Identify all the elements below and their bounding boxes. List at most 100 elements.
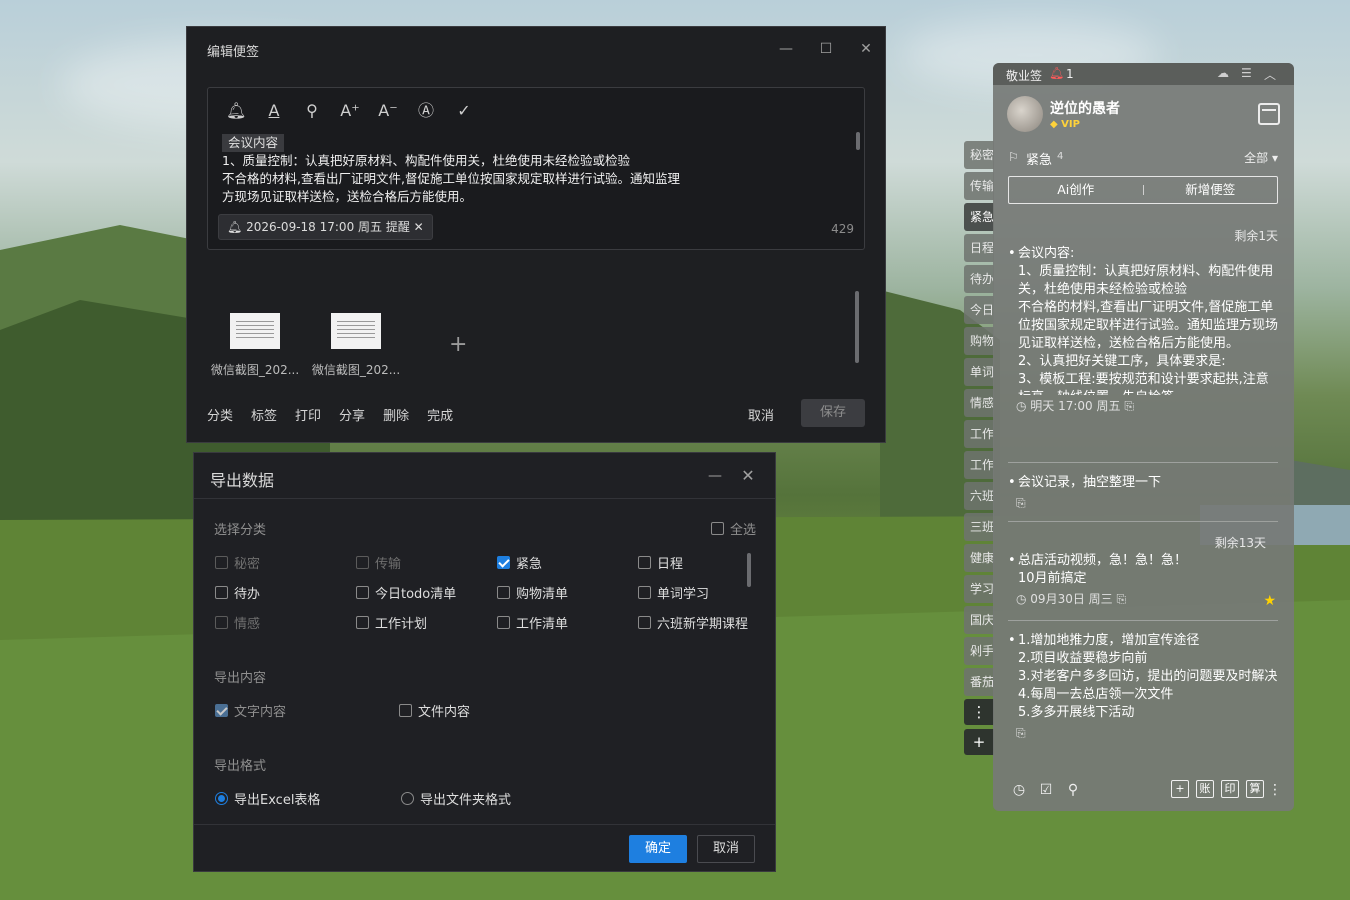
text-color-icon[interactable]: A: [264, 100, 284, 122]
cancel-button[interactable]: 取消: [748, 405, 774, 424]
scrollbar[interactable]: [856, 132, 860, 150]
note-item[interactable]: • 总店活动视频，急！急！急！ 10月前搞定 ◷ 09月30日 周三 ⎘: [1008, 552, 1278, 608]
complete-button[interactable]: 完成: [427, 405, 453, 424]
ok-button[interactable]: 确定: [629, 835, 687, 863]
side-tab[interactable]: 购物: [964, 327, 994, 355]
maximize-icon[interactable]: ☐: [815, 38, 837, 60]
side-tab[interactable]: 传输: [964, 172, 994, 200]
avatar[interactable]: [1007, 96, 1043, 132]
close-icon[interactable]: ✕: [855, 38, 877, 60]
side-tab[interactable]: 紧急: [964, 203, 994, 231]
calendar-icon[interactable]: [1258, 103, 1280, 125]
search-icon[interactable]: ⚲: [302, 100, 322, 122]
share-button[interactable]: 分享: [339, 405, 365, 424]
attachment-name: 微信截图_202...: [210, 363, 300, 377]
checkbox-box: [497, 556, 510, 569]
dialog-title: 导出数据: [210, 471, 275, 490]
note-item[interactable]: • 会议内容: 1、质量控制：认真把好原材料、构配件使用关，杜绝使用未经检验或检…: [1008, 245, 1278, 413]
remove-reminder-icon[interactable]: ✕: [414, 220, 424, 234]
note-text[interactable]: 会议内容 1、质量控制：认真把好原材料、构配件使用关，杜绝使用未经检验或检验 不…: [222, 134, 822, 206]
text-content-checkbox[interactable]: 文字内容: [215, 701, 286, 720]
ai-create-button[interactable]: Ai创作: [1009, 177, 1143, 203]
minimize-icon[interactable]: —: [775, 38, 797, 60]
print-icon[interactable]: 印: [1221, 780, 1239, 798]
side-tab[interactable]: 学习: [964, 575, 994, 603]
export-format-label: 导出格式: [214, 759, 267, 774]
more-icon[interactable]: ⋮: [964, 699, 994, 725]
scrollbar[interactable]: [747, 553, 751, 587]
more-icon[interactable]: ⋮: [1268, 781, 1282, 799]
category-checkbox[interactable]: 情感: [215, 613, 260, 632]
side-tab[interactable]: 工作: [964, 420, 994, 448]
divider: [1008, 462, 1278, 463]
font-decrease-icon[interactable]: A⁻: [378, 100, 398, 122]
font-increase-icon[interactable]: A⁺: [340, 100, 360, 122]
filter-dropdown[interactable]: 全部 ▾: [1244, 149, 1278, 166]
category-checkbox[interactable]: 传输: [356, 553, 401, 572]
minimize-icon[interactable]: —: [704, 465, 726, 487]
calculator-icon[interactable]: 算: [1246, 780, 1264, 798]
new-note-button[interactable]: 新增便签: [1144, 177, 1278, 203]
save-button[interactable]: 保存: [801, 399, 865, 427]
clock-icon[interactable]: ◷: [1010, 781, 1028, 799]
note-item[interactable]: • 会议记录，抽空整理一下 ⎘: [1008, 474, 1278, 512]
side-tab[interactable]: 工作: [964, 451, 994, 479]
cancel-button[interactable]: 取消: [697, 835, 755, 863]
side-tab[interactable]: 番茄: [964, 668, 994, 696]
add-box-icon[interactable]: +: [1171, 780, 1189, 798]
ai-text-icon[interactable]: Ⓐ: [416, 100, 436, 122]
close-icon[interactable]: ✕: [737, 465, 759, 487]
reminder-chip[interactable]: 🔔︎ 2026-09-18 17:00 周五 提醒 ✕: [218, 214, 433, 240]
category-checkbox[interactable]: 紧急: [497, 553, 542, 572]
check-icon[interactable]: ✓: [454, 100, 474, 122]
tag-button[interactable]: 标签: [251, 405, 277, 424]
side-tab[interactable]: 待办: [964, 265, 994, 293]
bell-icon[interactable]: 🔔︎: [226, 100, 246, 122]
side-tab[interactable]: 国庆: [964, 606, 994, 634]
category-checkbox[interactable]: 六班新学期课程: [638, 613, 748, 632]
excel-format-radio[interactable]: 导出Excel表格: [215, 789, 320, 808]
file-content-checkbox[interactable]: 文件内容: [399, 701, 470, 720]
side-tab[interactable]: 六班: [964, 482, 994, 510]
side-tab[interactable]: 三班: [964, 513, 994, 541]
category-checkbox[interactable]: 秘密: [215, 553, 260, 572]
cloud-sync-icon[interactable]: ☁: [1217, 66, 1229, 80]
category-button[interactable]: 分类: [207, 405, 233, 424]
category-checkbox[interactable]: 购物清单: [497, 583, 568, 602]
collapse-icon[interactable]: ︿: [1264, 66, 1276, 83]
add-category-icon[interactable]: +: [964, 729, 994, 755]
search-icon[interactable]: ⚲: [1064, 781, 1082, 799]
side-tab[interactable]: 情感: [964, 389, 994, 417]
menu-icon[interactable]: ☰: [1241, 66, 1252, 80]
scrollbar[interactable]: [855, 291, 859, 363]
side-tab[interactable]: 单词: [964, 358, 994, 386]
category-checkbox[interactable]: 今日todo清单: [356, 583, 456, 602]
ledger-icon[interactable]: 账: [1196, 780, 1214, 798]
folder-format-radio[interactable]: 导出文件夹格式: [401, 789, 511, 808]
flag-icon: ⚐: [1008, 150, 1019, 164]
category-checkbox[interactable]: 工作清单: [497, 613, 568, 632]
checkbox-label: 紧急: [516, 557, 543, 572]
category-checkbox[interactable]: 待办: [215, 583, 260, 602]
star-icon[interactable]: ★: [1263, 593, 1276, 609]
select-all-checkbox[interactable]: 全选: [711, 519, 756, 538]
delete-button[interactable]: 删除: [383, 405, 409, 424]
text-tag: 会议内容: [222, 134, 285, 152]
side-tab[interactable]: 今日: [964, 296, 994, 324]
category-checkbox[interactable]: 工作计划: [356, 613, 427, 632]
note-item[interactable]: • 1.增加地推力度，增加宣传途径 2.项目收益要稳步向前 3.对老客户多多回访…: [1008, 632, 1278, 742]
note-editor[interactable]: 🔔︎ A ⚲ A⁺ A⁻ Ⓐ ✓ 会议内容 1、质量控制：认真把好原材料、构配件…: [207, 87, 865, 250]
side-tab[interactable]: 剁手: [964, 637, 994, 665]
attachment[interactable]: 微信截图_202...: [311, 313, 401, 378]
side-tab[interactable]: 健康: [964, 544, 994, 572]
category-checkbox[interactable]: 单词学习: [638, 583, 709, 602]
print-button[interactable]: 打印: [295, 405, 321, 424]
attachment[interactable]: 微信截图_202...: [210, 313, 300, 378]
side-tab[interactable]: 秘密: [964, 141, 994, 169]
category-checkbox[interactable]: 日程: [638, 553, 683, 572]
checklist-icon[interactable]: ☑: [1037, 781, 1055, 799]
side-tab[interactable]: 日程: [964, 234, 994, 262]
notification-bell-icon[interactable]: 🔔︎: [1049, 66, 1064, 80]
checkbox-box: [356, 616, 369, 629]
add-attachment-icon[interactable]: +: [449, 332, 467, 357]
